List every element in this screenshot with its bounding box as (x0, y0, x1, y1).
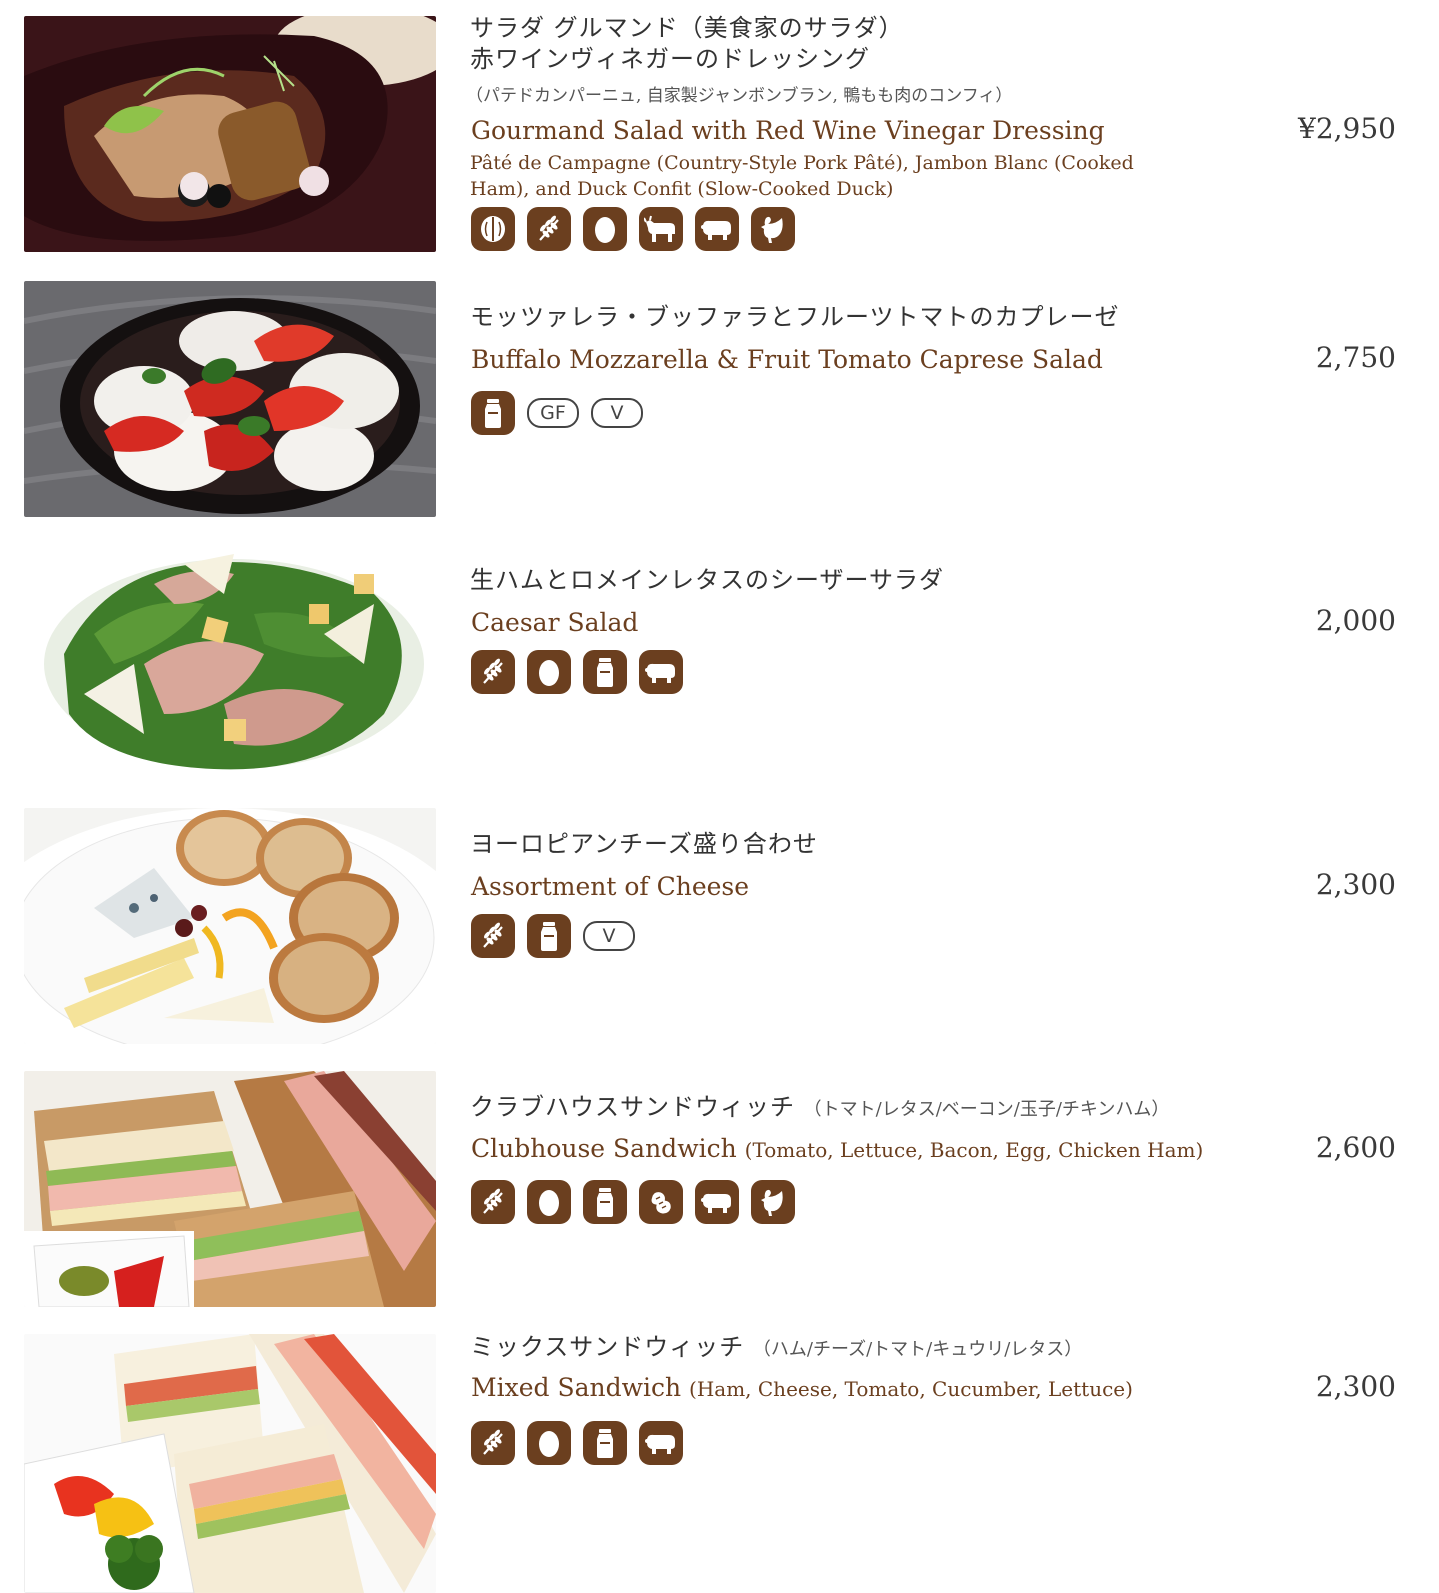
price: 2,600 (1315, 1131, 1396, 1164)
wheat-icon (471, 650, 515, 694)
ja-title-line1: サラダ グルマンド（美食家のサラダ） (470, 14, 904, 42)
wheat-icon (471, 1180, 515, 1224)
beef-icon (639, 207, 683, 251)
egg-icon (527, 650, 571, 694)
allergen-icons: GF V (471, 391, 643, 435)
menu-item-caesar-salad: 生ハムとロメインレタスのシーザーサラダ Caesar Salad 2,000 (0, 544, 1439, 784)
en-title: Assortment of Cheese (471, 872, 750, 901)
allergen-icons: V (471, 914, 635, 958)
allergen-icons (471, 1180, 795, 1224)
peanut-icon (639, 1180, 683, 1224)
wheat-icon (527, 207, 571, 251)
ja-title: ヨーロピアンチーズ盛り合わせ (470, 830, 818, 858)
milk-icon (471, 391, 515, 435)
gluten-free-badge: GF (527, 398, 579, 428)
price: 2,750 (1315, 341, 1396, 374)
price: ¥2,950 (1298, 112, 1396, 145)
vegetarian-badge: V (583, 921, 635, 951)
en-title-ingredients: (Ham, Cheese, Tomato, Cucumber, Lettuce) (689, 1377, 1133, 1401)
wheat-icon (471, 914, 515, 958)
caesar-salad-photo (24, 544, 436, 780)
menu-item-mixed-sandwich: ミックスサンドウィッチ （ハム/チーズ/トマト/キュウリ/レタス） Mixed … (0, 1331, 1439, 1593)
caprese-photo (24, 281, 436, 517)
allergen-icons (471, 1421, 683, 1465)
milk-icon (527, 914, 571, 958)
ja-title: 生ハムとロメインレタスのシーザーサラダ (470, 566, 945, 594)
mixed-sandwich-photo (24, 1334, 436, 1593)
vegetarian-badge: V (591, 398, 643, 428)
ja-title-ingredients: （ハム/チーズ/トマト/キュウリ/レタス） (752, 1339, 1083, 1360)
pork-icon (695, 207, 739, 251)
en-title: Buffalo Mozzarella & Fruit Tomato Capres… (471, 345, 1103, 374)
en-title: Mixed Sandwich (Ham, Cheese, Tomato, Cuc… (471, 1371, 1133, 1406)
en-title: Gourmand Salad with Red Wine Vinegar Dre… (471, 116, 1105, 145)
ja-title-line2: 赤ワインヴィネガーのドレッシング (470, 45, 870, 73)
allergen-icons (471, 207, 795, 251)
en-title: Clubhouse Sandwich (Tomato, Lettuce, Bac… (471, 1132, 1203, 1167)
walnut-icon (471, 207, 515, 251)
price: 2,300 (1315, 1370, 1396, 1403)
clubhouse-sandwich-photo (24, 1071, 436, 1307)
egg-icon (527, 1421, 571, 1465)
menu-item-cheese-assortment: ヨーロピアンチーズ盛り合わせ Assortment of Cheese 2,30… (0, 808, 1439, 1048)
price: 2,300 (1315, 868, 1396, 901)
ja-title-ingredients: （トマト/レタス/ベーコン/玉子/チキンハム） (803, 1099, 1170, 1120)
menu-item-caprese: モッツァレラ・ブッファラとフルーツトマトのカプレーゼ Buffalo Mozza… (0, 281, 1439, 521)
milk-icon (583, 650, 627, 694)
milk-icon (583, 1421, 627, 1465)
menu-item-clubhouse-sandwich: クラブハウスサンドウィッチ （トマト/レタス/ベーコン/玉子/チキンハム） Cl… (0, 1071, 1439, 1311)
ja-title: クラブハウスサンドウィッチ （トマト/レタス/ベーコン/玉子/チキンハム） (470, 1091, 1169, 1126)
en-title: Caesar Salad (471, 608, 639, 637)
allergen-icons (471, 650, 683, 694)
ja-note: （パテドカンパーニュ, 自家製ジャンボンブラン, 鴨もも肉のコンフィ） (466, 86, 1013, 106)
chicken-icon (751, 207, 795, 251)
price: 2,000 (1315, 604, 1396, 637)
milk-icon (583, 1180, 627, 1224)
wheat-icon (471, 1421, 515, 1465)
ja-title-main: クラブハウスサンドウィッチ (470, 1093, 795, 1121)
ja-title: ミックスサンドウィッチ （ハム/チーズ/トマト/キュウリ/レタス） (470, 1331, 1082, 1366)
en-title-ingredients: (Tomato, Lettuce, Bacon, Egg, Chicken Ha… (744, 1138, 1204, 1162)
en-description: Pâté de Campagne (Country-Style Pork Pât… (470, 152, 1134, 200)
ja-title-main: ミックスサンドウィッチ (470, 1333, 745, 1361)
gourmand-salad-photo (24, 16, 436, 252)
egg-icon (583, 207, 627, 251)
pork-icon (695, 1180, 739, 1224)
chicken-icon (751, 1180, 795, 1224)
egg-icon (527, 1180, 571, 1224)
en-title-main: Mixed Sandwich (471, 1373, 682, 1402)
en-title-main: Clubhouse Sandwich (471, 1134, 737, 1163)
pork-icon (639, 1421, 683, 1465)
menu-item-gourmand-salad: サラダ グルマンド（美食家のサラダ） 赤ワインヴィネガーのドレッシング （パテド… (0, 14, 1439, 256)
ja-title: モッツァレラ・ブッファラとフルーツトマトのカプレーゼ (470, 303, 1120, 331)
cheese-assortment-photo (24, 808, 436, 1044)
pork-icon (639, 650, 683, 694)
